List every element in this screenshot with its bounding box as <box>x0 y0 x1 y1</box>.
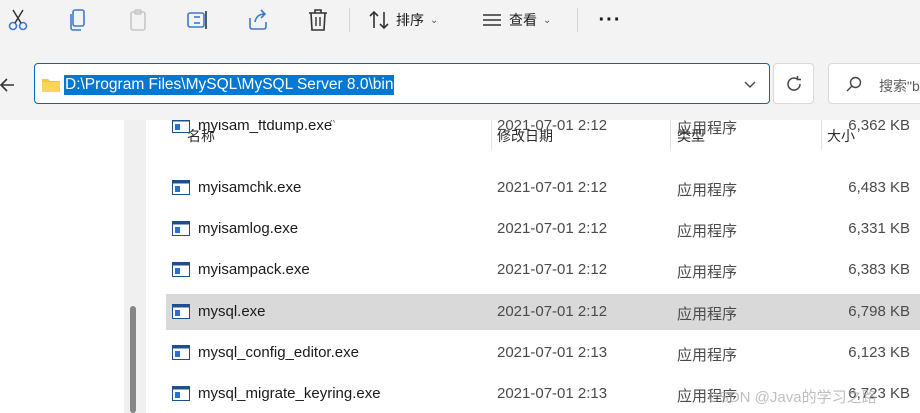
file-row[interactable]: mysql_config_editor.exe 2021-07-01 2:13 应用… <box>166 335 920 371</box>
application-exe-icon <box>172 386 190 401</box>
application-exe-icon <box>172 180 190 195</box>
file-date: 2021-07-01 2:12 <box>497 303 608 320</box>
file-type: 应用程序 <box>677 347 738 364</box>
file-size: 6,383 KB <box>848 261 910 278</box>
sort-button[interactable]: 排序 ⌄ <box>368 6 450 34</box>
search-icon <box>846 76 862 92</box>
application-exe-icon <box>172 120 190 133</box>
toolbar-divider <box>349 8 350 32</box>
file-date: 2021-07-01 2:13 <box>497 385 608 402</box>
search-input[interactable]: 搜索"b <box>828 63 920 104</box>
file-name: mysql_migrate_keyring.exe <box>198 385 381 402</box>
file-name: mysql.exe <box>198 303 266 320</box>
file-row[interactable]: myisampack.exe 2021-07-01 2:12 应用程序 6,383 K… <box>166 252 920 288</box>
delete-button[interactable] <box>304 6 332 34</box>
file-date: 2021-07-01 2:13 <box>497 344 608 361</box>
clipboard-icon <box>130 9 146 31</box>
share-button[interactable] <box>244 6 272 34</box>
view-button[interactable]: 查看 ⌄ <box>481 6 563 34</box>
scissors-icon <box>8 9 28 31</box>
more-options-button[interactable]: ··· <box>596 6 624 34</box>
application-exe-icon <box>172 262 190 277</box>
sort-icon <box>369 10 389 30</box>
file-type: 应用程序 <box>677 223 738 240</box>
toolbar-divider <box>577 8 578 32</box>
file-type: 应用程序 <box>677 120 738 137</box>
file-name: myisam_ftdump.exe <box>198 120 333 134</box>
file-row[interactable]: myisamlog.exe 2021-07-01 2:12 应用程序 6,331 KB <box>166 211 920 247</box>
file-type: 应用程序 <box>677 306 738 323</box>
file-row[interactable]: myisam_ftdump.exe 2021-07-01 2:12 应用程序 6,36… <box>166 120 920 144</box>
watermark-text: CSDN @Java的学习之路 <box>708 389 877 406</box>
view-list-icon <box>483 14 501 26</box>
trash-icon <box>309 9 327 31</box>
paste-button[interactable] <box>124 6 152 34</box>
file-date: 2021-07-01 2:12 <box>497 179 608 196</box>
application-exe-icon <box>172 221 190 236</box>
file-size: 6,362 KB <box>848 120 910 134</box>
file-type: 应用程序 <box>677 264 738 281</box>
command-bar: 排序 ⌄ 查看 ⌄ ··· <box>0 0 920 50</box>
more-icon: ··· <box>598 9 622 31</box>
folder-icon <box>42 79 60 92</box>
copy-icon <box>70 9 85 31</box>
chevron-down-icon: ⌄ <box>543 14 552 26</box>
application-exe-icon <box>172 304 190 319</box>
address-bar[interactable]: D:\Program Files\MySQL\MySQL Server 8.0\… <box>34 63 770 104</box>
file-date: 2021-07-01 2:12 <box>497 261 608 278</box>
navigation-scrollbar-thumb[interactable] <box>130 306 136 413</box>
cut-button[interactable] <box>4 6 32 34</box>
file-date: 2021-07-01 2:12 <box>497 220 608 237</box>
file-name: myisamchk.exe <box>198 179 302 196</box>
application-exe-icon <box>172 345 190 360</box>
file-date: 2021-07-01 2:12 <box>497 120 608 134</box>
share-icon <box>249 9 267 30</box>
file-name: mysql_config_editor.exe <box>198 344 359 361</box>
chevron-down-icon: ⌄ <box>430 14 439 26</box>
chevron-down-icon[interactable] <box>743 77 757 91</box>
rename-button[interactable] <box>184 6 212 34</box>
file-size: 6,798 KB <box>848 303 910 320</box>
file-row[interactable]: myisamchk.exe 2021-07-01 2:12 应用程序 6,483 KB <box>166 170 920 206</box>
copy-button[interactable] <box>64 6 92 34</box>
rename-icon <box>187 11 207 29</box>
address-path[interactable]: D:\Program Files\MySQL\MySQL Server 8.0\… <box>64 75 395 95</box>
file-type: 应用程序 <box>677 182 738 199</box>
file-size: 6,123 KB <box>848 344 910 361</box>
refresh-button[interactable] <box>773 63 814 104</box>
file-size: 6,331 KB <box>848 220 910 237</box>
refresh-icon <box>786 75 801 91</box>
file-name: myisampack.exe <box>198 261 310 278</box>
search-placeholder: 搜索"b <box>879 78 920 94</box>
file-size: 6,483 KB <box>848 179 910 196</box>
file-name: myisamlog.exe <box>198 220 299 237</box>
file-row[interactable]: mysql.exe 2021-07-01 2:12 应用程序 6,798 KB <box>166 294 920 330</box>
sort-label: 排序 <box>396 12 424 28</box>
file-list: 名称 ^ 修改日期 类型 大小 myisam_ftdump.exe 2021-07… <box>146 120 920 413</box>
up-arrow-icon[interactable] <box>0 76 16 94</box>
view-label: 查看 <box>509 12 537 28</box>
